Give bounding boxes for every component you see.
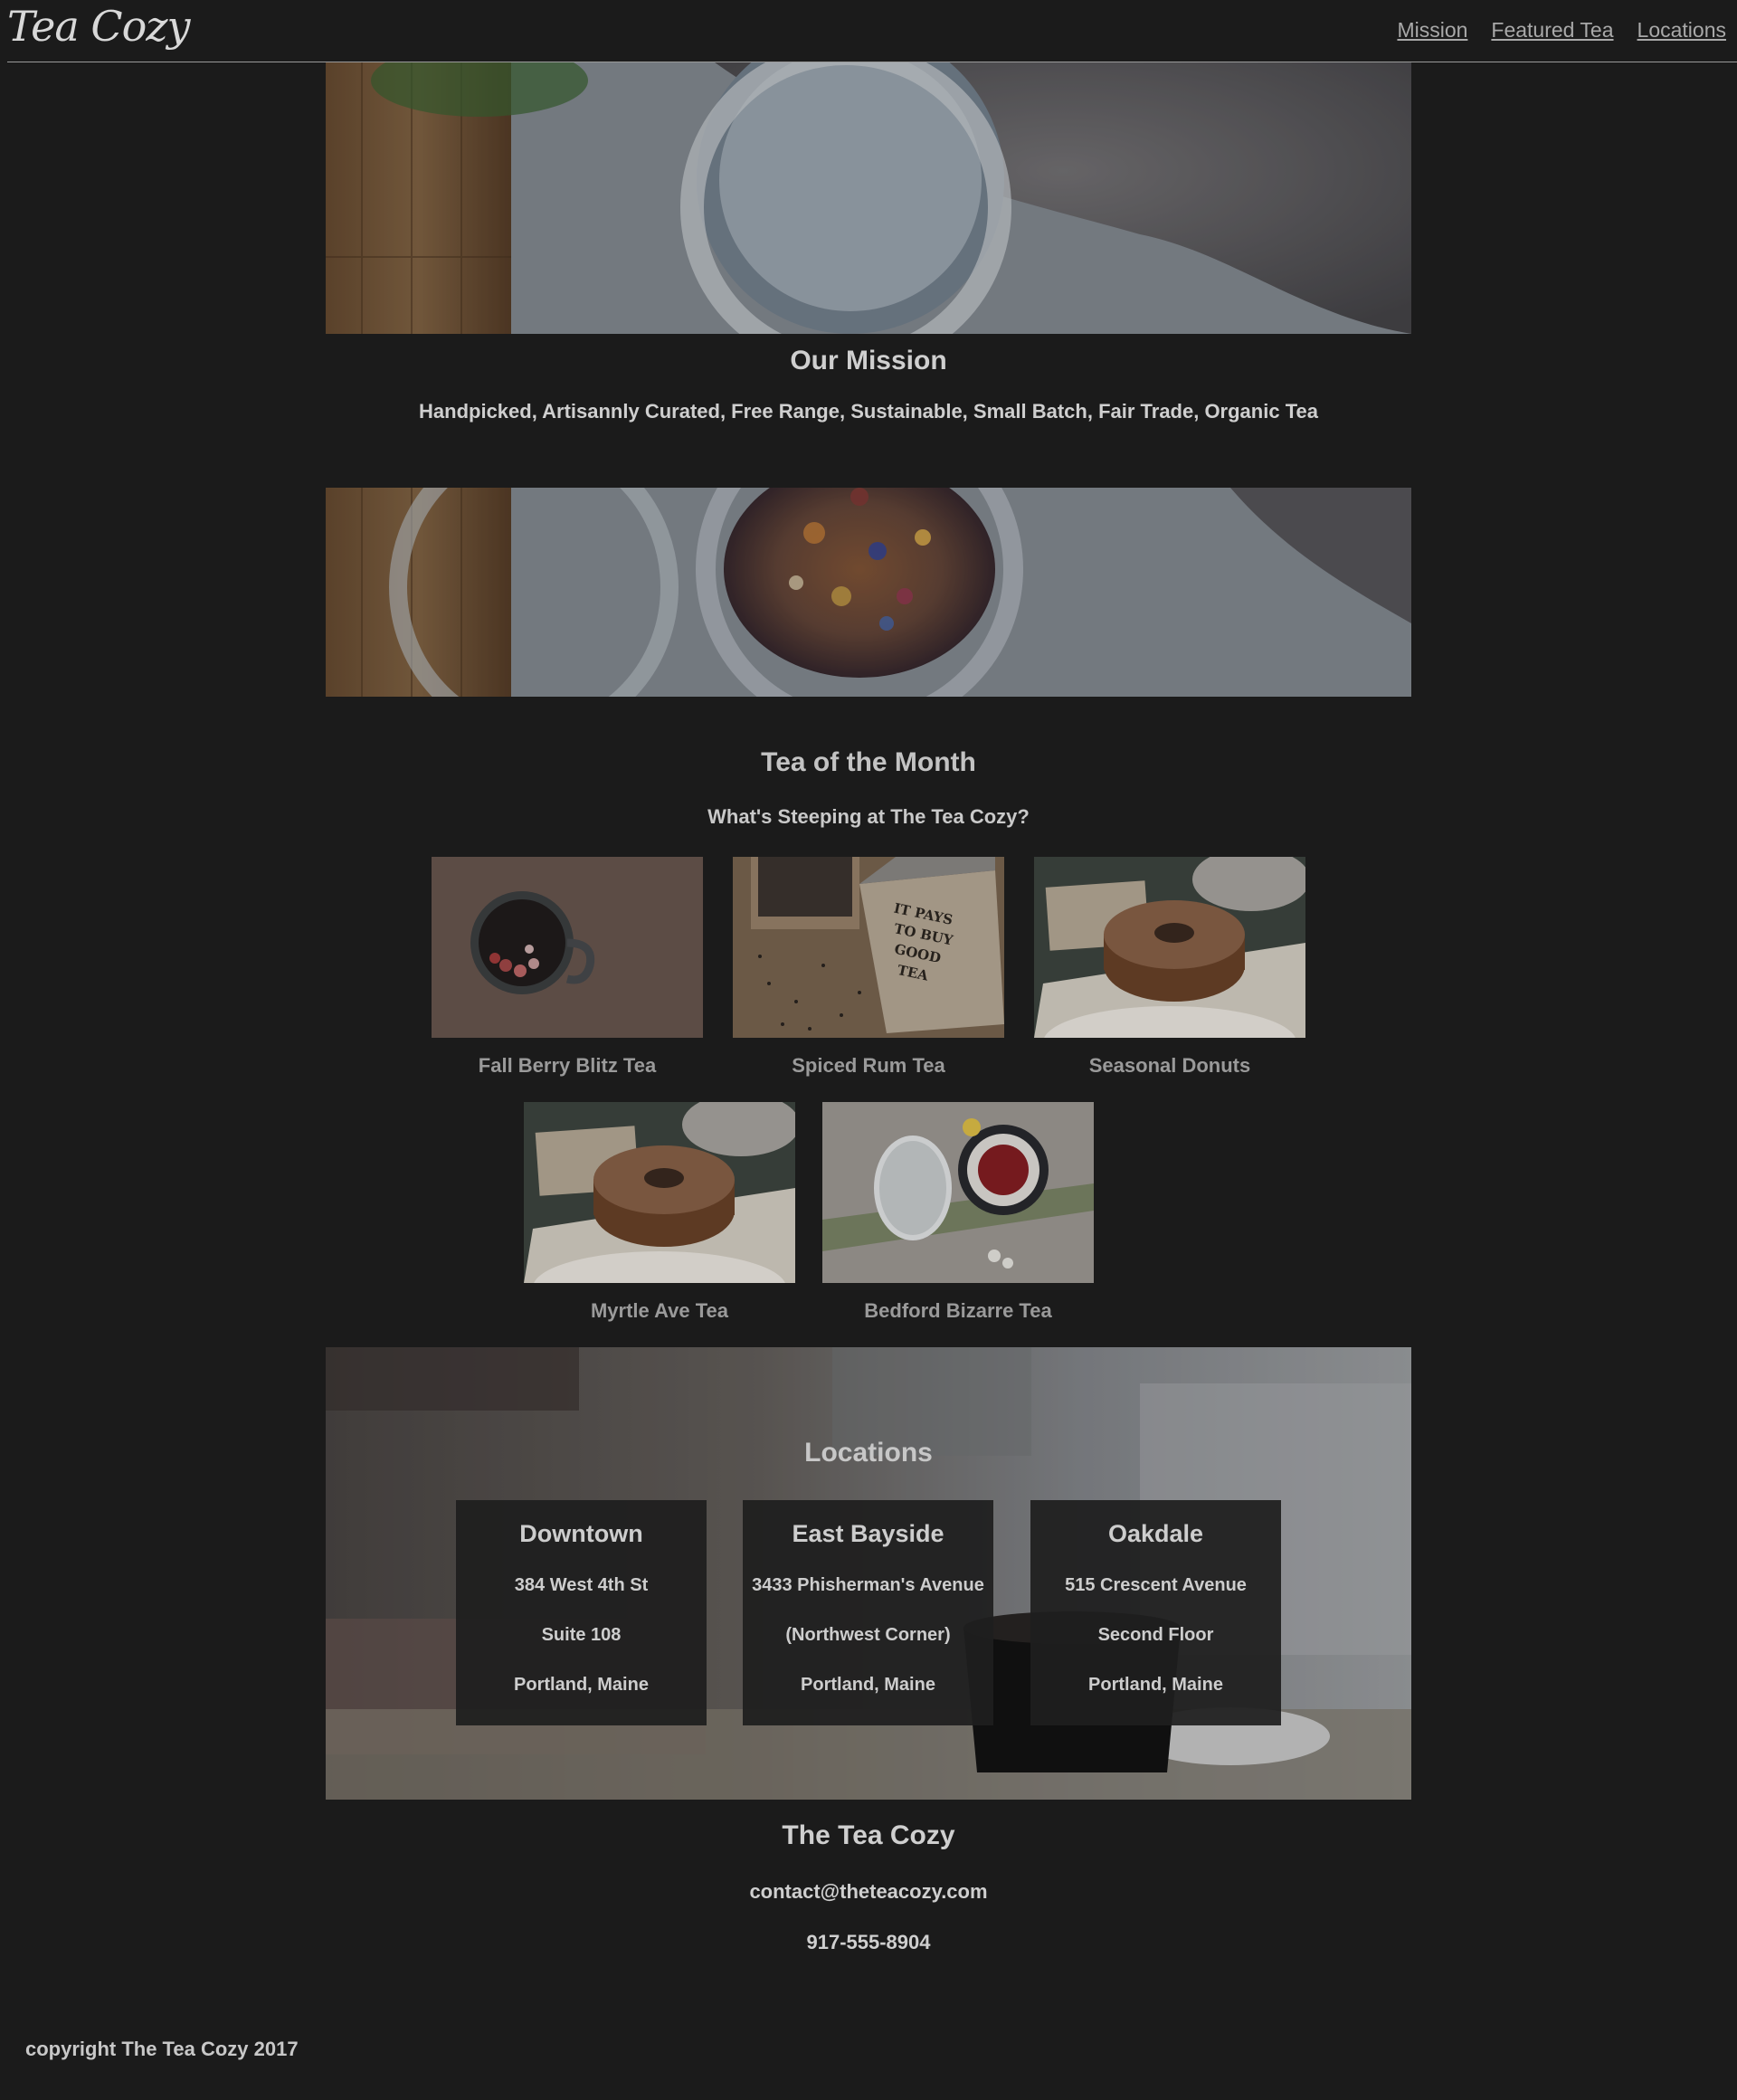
location-card: East Bayside 3433 Phisherman's Avenue (N… <box>743 1500 993 1725</box>
tea-name: Myrtle Ave Tea <box>590 1299 729 1322</box>
location-address-line: Portland, Maine <box>1088 1675 1223 1695</box>
location-name: Downtown <box>519 1520 643 1547</box>
location-name: Oakdale <box>1107 1520 1204 1547</box>
locations-section: Locations Downtown 384 West 4th St Suite… <box>326 1347 1411 1800</box>
location-address-line: Portland, Maine <box>514 1675 649 1695</box>
footer-phone[interactable]: 917-555-8904 <box>0 1931 1737 1954</box>
tea-card[interactable]: Bedford Bizarre Tea <box>822 1102 1094 1323</box>
nav-link-mission[interactable]: Mission <box>1397 18 1467 43</box>
site-logo[interactable]: Tea Cozy <box>7 2 190 51</box>
mission-band: Our Mission Handpicked, Artisannly Curat… <box>326 334 1411 488</box>
footer-email[interactable]: contact@theteacozy.com <box>0 1880 1737 1904</box>
donut-on-tray-image <box>1034 857 1305 1038</box>
location-name: East Bayside <box>792 1520 944 1547</box>
tea-of-month-title: Tea of the Month <box>761 747 976 777</box>
copyright-text: copyright The Tea Cozy 2017 <box>25 2038 299 2060</box>
main-nav: Mission Featured Tea Locations <box>1397 18 1726 43</box>
location-address-line: 384 West 4th St <box>514 1575 649 1595</box>
location-card: Oakdale 515 Crescent Avenue Second Floor… <box>1030 1500 1281 1725</box>
tea-name: Seasonal Donuts <box>1088 1054 1251 1077</box>
cup-and-jar-image <box>822 1102 1094 1283</box>
mug-with-berries-image <box>432 857 703 1038</box>
location-address-line: 515 Crescent Avenue <box>1065 1575 1247 1595</box>
tea-card[interactable]: Fall Berry Blitz Tea <box>432 857 703 1078</box>
tea-name: Bedford Bizarre Tea <box>864 1299 1052 1322</box>
location-card: Downtown 384 West 4th St Suite 108 Portl… <box>456 1500 707 1725</box>
mission-title: Our Mission <box>790 346 947 375</box>
site-header: Tea Cozy Mission Featured Tea Locations <box>0 0 1737 63</box>
location-address-line: (Northwest Corner) <box>785 1625 951 1645</box>
tea-name: Spiced Rum Tea <box>792 1054 945 1077</box>
mission-subtitle: Handpicked, Artisannly Curated, Free Ran… <box>419 400 1318 423</box>
location-address-line: Portland, Maine <box>801 1675 935 1695</box>
location-address-line: Suite 108 <box>541 1625 622 1645</box>
locations-title: Locations <box>804 1438 933 1468</box>
footer-business-name: The Tea Cozy <box>782 1820 955 1850</box>
donut-on-tray-image <box>524 1102 795 1283</box>
tea-of-month-subtitle: What's Steeping at The Tea Cozy? <box>707 805 1030 828</box>
nav-link-locations[interactable]: Locations <box>1637 18 1726 43</box>
tea-card[interactable]: Seasonal Donuts <box>1034 857 1305 1078</box>
nav-link-featured-tea[interactable]: Featured Tea <box>1491 18 1613 43</box>
location-address-line: Second Floor <box>1097 1625 1214 1645</box>
tea-card[interactable]: Myrtle Ave Tea <box>524 1102 795 1323</box>
good-tea-box-image: IT PAYS TO BUY GOOD TEA <box>733 857 1004 1038</box>
location-address-line: 3433 Phisherman's Avenue <box>752 1575 984 1595</box>
mission-section: Our Mission Handpicked, Artisannly Curat… <box>326 62 1411 697</box>
tea-name: Fall Berry Blitz Tea <box>478 1054 657 1077</box>
tea-card[interactable]: IT PAYS TO BUY GOOD TEA Spiced Rum Tea <box>733 857 1004 1078</box>
